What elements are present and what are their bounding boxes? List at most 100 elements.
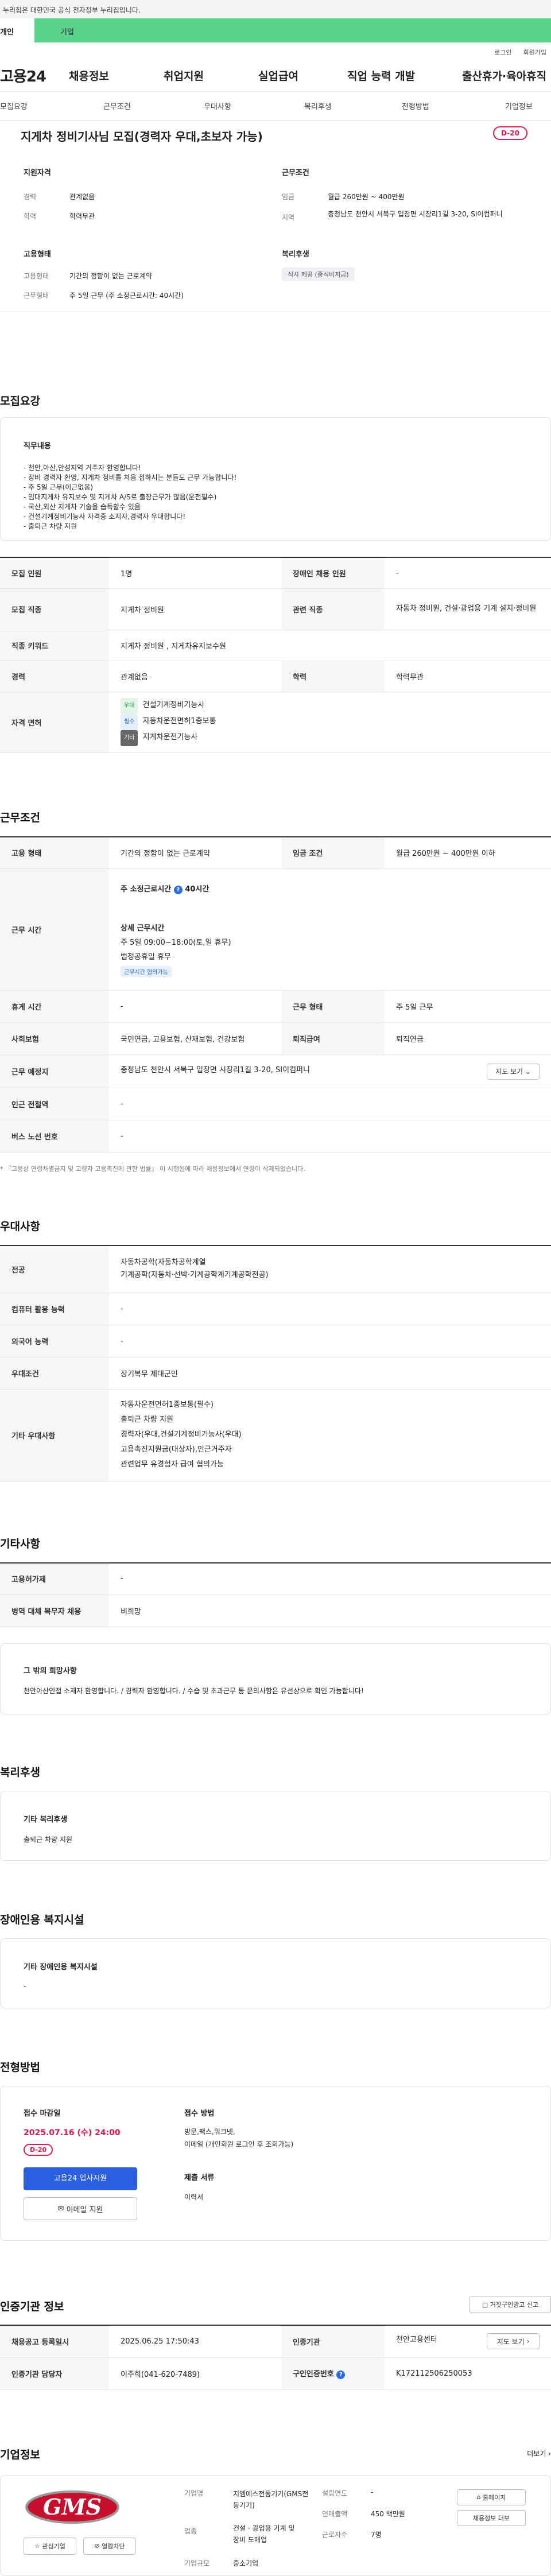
etc-pref-line: 자동차운전면허1종보통(필수) — [121, 1400, 214, 1409]
select-box: 접수 마감일 2025.07.16 (수) 24:00 D-20 고용24 입사… — [0, 2086, 551, 2241]
org-label: 인증기관 — [281, 2325, 385, 2358]
size-value: 중소기업 — [233, 2559, 259, 2567]
interest-button[interactable]: ☆ 관심기업 — [24, 2537, 76, 2555]
hours-value: 주 5일 근무 (주 소정근로시간: 40시간) — [69, 292, 184, 300]
sales-value: 450 백만원 — [371, 2509, 405, 2518]
snb-item-welfare[interactable]: 복리후생 — [304, 100, 402, 111]
site-logo[interactable]: 고용24 — [0, 65, 69, 86]
chevron-down-icon: ⌄ — [525, 1067, 531, 1076]
agency-section-title: 인증기관 정보 — [0, 2300, 64, 2313]
subway-value: - — [109, 1088, 551, 1120]
job-desc-box: 직무내용 - 천안,아산,안성지역 거주자 환영합니다! - 장비 경력자 환영… — [0, 417, 551, 541]
info-icon[interactable]: ? — [173, 885, 183, 894]
snb-item-company[interactable]: 기업정보 — [505, 100, 533, 111]
disab-section-title: 장애인용 복지시설 — [0, 1914, 84, 1926]
section-nav: 모집요강 근무조건 우대사항 복리후생 전형방법 기업정보 — [0, 92, 551, 121]
insure-label: 사회보험 — [0, 1022, 109, 1055]
mgr-label: 인증기관 담당자 — [0, 2357, 109, 2390]
method-line: 이메일 (개인회원 로그인 후 조회가능) — [184, 2140, 294, 2148]
company-jobs-button[interactable]: 채용정보 더보 — [457, 2509, 526, 2526]
work-section-title: 근무조건 — [0, 811, 40, 824]
info-icon[interactable]: ? — [336, 2371, 346, 2379]
company-name-value: 지엠에스전동기기(GMS전동기기) — [233, 2489, 309, 2509]
etc-pref-label: 기타 우대사항 — [0, 1389, 109, 1481]
edu-row-label: 학력 — [281, 661, 385, 692]
login-link[interactable]: 로그인 — [494, 48, 511, 60]
job-desc-line: - 국산,외산 지게차 기술을 습득할수 있음 — [24, 503, 141, 511]
company-section-title: 기업정보 — [0, 2448, 40, 2461]
related-label: 관련 직종 — [281, 588, 385, 630]
doc-value: 이력서 — [184, 2193, 204, 2201]
global-nav: 고용24 채용정보 취업지원 실업급여 직업 능력 개발 출산휴가·육아휴직 — [0, 60, 551, 92]
snb-item-work[interactable]: 근무조건 — [103, 100, 204, 111]
emp-count-label: 근로자수 — [322, 2530, 348, 2539]
pay-label: 임금 — [282, 193, 295, 201]
org-cell: 천안고용센터 지도 보기 › — [385, 2325, 551, 2358]
map-button[interactable]: 지도 보기 ⌄ — [487, 1063, 540, 1080]
license-item: 필수 자동차운전면허1종보통 — [121, 714, 540, 730]
license-name: 건설기계정비기능사 — [142, 701, 205, 709]
emp-title: 고용형태 — [24, 250, 51, 259]
etc-pref-cell: 자동차운전면허1종보통(필수) 출퇴근 차량 지원 경력자(우대,건설기계정비기… — [109, 1389, 551, 1481]
pref-table: 전공 자동차공학(자동차공학계열 기계공학(자동차·선박·기계공학계기계공학전공… — [0, 1245, 551, 1481]
pay-cond-value: 월급 260만원 ~ 400만원 이하 — [385, 836, 551, 869]
type-value: 기간의 정함이 없는 근로계약 — [69, 272, 152, 280]
disab-sub: 기타 장애인용 복지시설 — [24, 1963, 98, 1972]
interest-label: 관심기업 — [42, 2542, 65, 2550]
detail-line-2: 법정공휴일 휴무 — [121, 952, 171, 961]
weekly-hours-label: 주 소정근로시간 — [121, 884, 172, 894]
work-time-label: 근무 시간 — [0, 868, 109, 991]
gov-banner-text: 이 누리집은 대한민국 공식 전자정부 누리집입니다. — [0, 6, 141, 14]
email-apply-button[interactable]: ✉ 이메일 지원 — [24, 2197, 137, 2220]
deadline-label: 접수 마감일 — [24, 2109, 61, 2118]
snb-item-recruit[interactable]: 모집요강 — [0, 100, 103, 111]
map-button-label: 지도 보기 — [495, 1068, 523, 1076]
welfare-title: 복리후생 — [282, 250, 309, 259]
major-line: 자동차공학(자동차공학계열 — [121, 1258, 206, 1267]
tab-personal[interactable]: 개인 — [0, 18, 34, 42]
lang-value: - — [109, 1325, 551, 1357]
year-label: 설립연도 — [322, 2489, 348, 2497]
disab-box: 기타 장애인용 복지시설 - — [0, 1938, 551, 2008]
career-row-label: 경력 — [0, 661, 109, 692]
count-value: 1명 — [109, 557, 281, 589]
mail-icon: ✉ — [57, 2204, 64, 2213]
company-more-link[interactable]: 더보기 › — [527, 2449, 551, 2458]
edu-label: 학력 — [24, 212, 37, 220]
num-label-cell: 구인인증번호 ? — [281, 2357, 385, 2390]
size-label: 기업규모 — [184, 2559, 210, 2567]
block-button[interactable]: ⊘ 열람차단 — [83, 2537, 136, 2555]
cond-value: 장기복무 제대군인 — [109, 1357, 551, 1390]
form-label: 근무 형태 — [281, 990, 385, 1023]
hope-title: 그 밖의 희망사항 — [24, 1667, 77, 1675]
job-desc-line: - 건설기계정비기능사 자격증 소지자,경력자 우대합니다! — [24, 513, 186, 521]
license-chip: 필수 — [121, 714, 138, 730]
form-value: 주 5일 근무 — [385, 990, 551, 1023]
agency-map-button[interactable]: 지도 보기 › — [487, 2333, 540, 2350]
snb-item-pref[interactable]: 우대사항 — [204, 100, 304, 111]
work-time-cell: 주 소정근로시간 ? 40시간 상세 근무시간 주 5일 09:00~18:00… — [109, 868, 551, 991]
welfare-value: 출퇴근 차량 지원 — [24, 1836, 72, 1844]
report-button[interactable]: ▢ 거짓구인광고 신고 — [469, 2296, 551, 2313]
welfare-box: 기타 복리후생 출퇴근 차량 지원 — [0, 1791, 551, 1861]
pay-value: 월급 260만원 ~ 400만원 — [328, 193, 405, 201]
snb-item-select[interactable]: 전형방법 — [402, 100, 505, 111]
homepage-button[interactable]: ⌂ 홈페이지 — [457, 2489, 526, 2505]
job-desc-line: - 천안,아산,안성지역 거주자 환영합니다! — [24, 464, 141, 472]
gnb-item-benefit[interactable]: 실업급여 — [258, 68, 347, 83]
tab-company[interactable]: 기업 — [34, 18, 551, 42]
license-chip: 기타 — [121, 730, 138, 746]
apply-button[interactable]: 고용24 입사지원 — [24, 2167, 137, 2190]
join-link[interactable]: 회원가입 — [523, 48, 546, 60]
gnb-item-training[interactable]: 직업 능력 개발 — [347, 68, 462, 83]
gnb-item-support[interactable]: 취업지원 — [164, 68, 258, 83]
agency-header: 인증기관 정보 ▢ 거짓구인광고 신고 — [0, 2290, 551, 2325]
license-name: 지게차운전기능사 — [142, 733, 198, 742]
company-logo: GMS — [24, 2488, 121, 2526]
reg-value: 2025.06.25 17:50:43 — [109, 2325, 281, 2358]
gnb-item-leave[interactable]: 출산휴가·육아휴직 — [462, 68, 546, 83]
military-value: 비희망 — [109, 1595, 551, 1627]
gnb-item-jobs[interactable]: 채용정보 — [69, 68, 164, 83]
career-value: 관계없음 — [69, 193, 95, 201]
select-dday: D-20 — [24, 2144, 53, 2156]
